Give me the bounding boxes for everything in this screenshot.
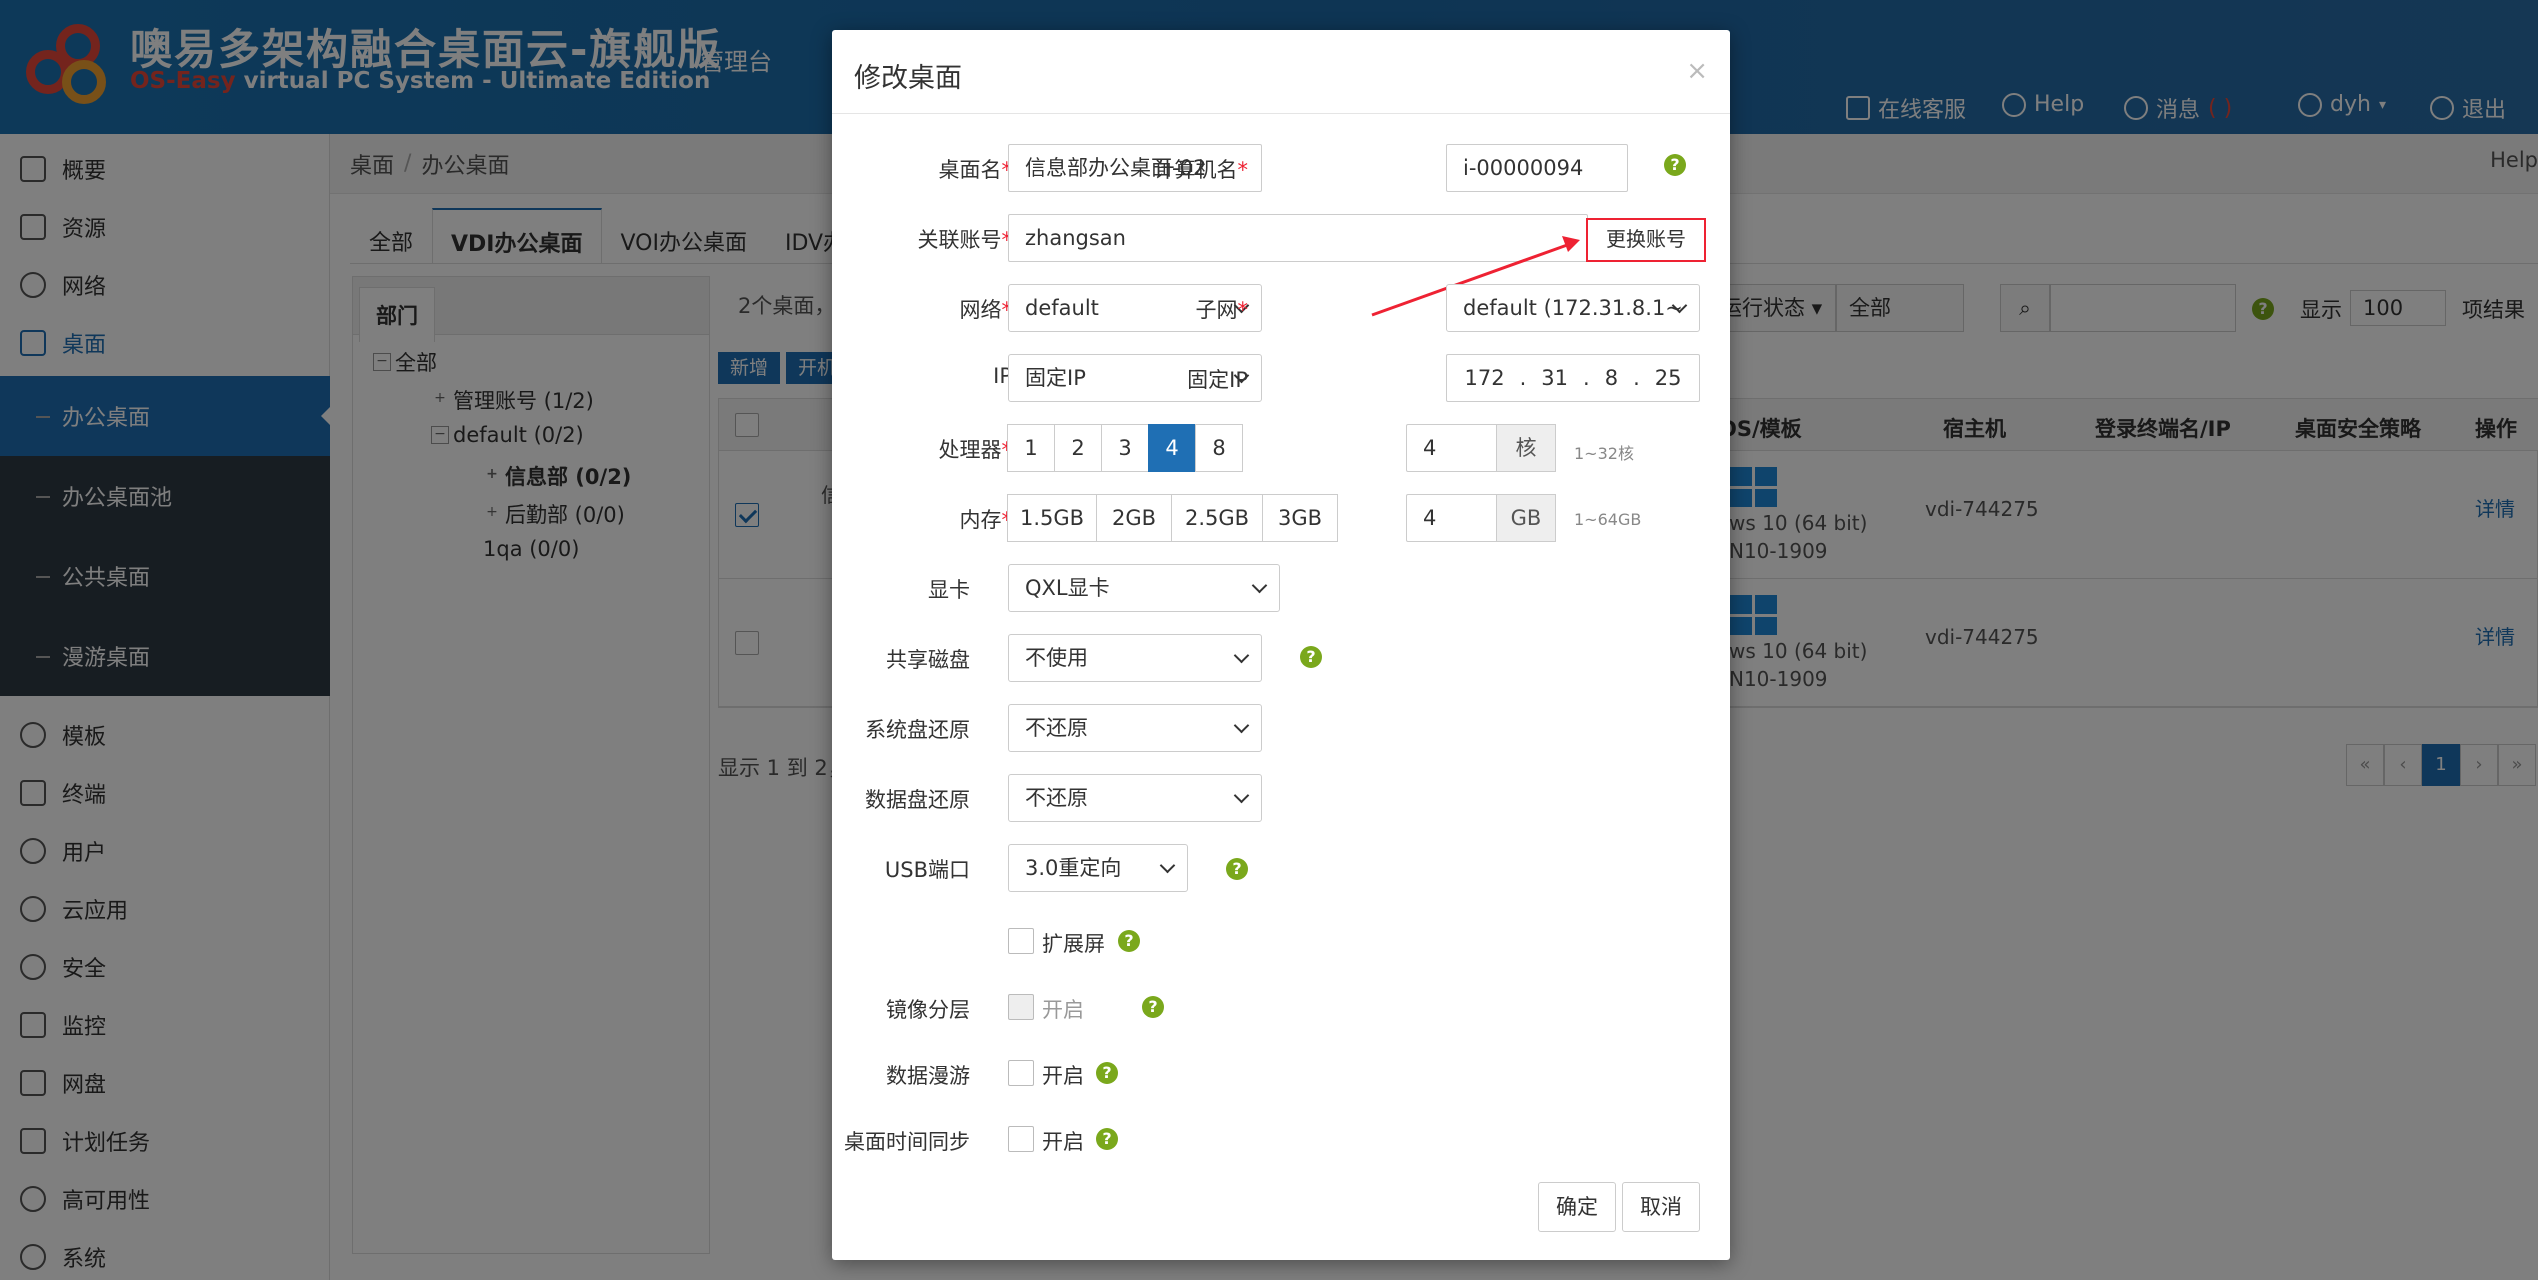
ip-octet[interactable]: 8 [1605,355,1618,401]
extend-screen-checkbox[interactable] [1008,928,1034,954]
memory-unit: GB [1496,494,1556,542]
ip-octet[interactable]: 31 [1541,355,1568,401]
help-icon[interactable]: ? [1300,646,1322,668]
data-disk-restore-select[interactable]: 不还原 [1008,774,1262,822]
memory-label: 内存* [832,504,1013,534]
data-roaming-text: 开启 [1042,1064,1084,1088]
help-icon[interactable]: ? [1118,930,1140,952]
subnet-label: 子网* [1092,294,1249,324]
memory-size-input[interactable]: 4 [1406,494,1498,542]
change-account-button[interactable]: 更换账号 [1586,218,1706,262]
cpu-count-input[interactable]: 4 [1406,424,1498,472]
memory-range-hint: 1~64GB [1574,510,1642,529]
help-icon[interactable]: ? [1226,858,1248,880]
image-layer-text: 开启 [1042,998,1084,1022]
cpu-range-hint: 1~32核 [1574,444,1634,463]
label-text: 桌面名 [938,158,1002,182]
memory-option-3gb[interactable]: 3GB [1262,494,1338,542]
memory-option-2gb[interactable]: 2GB [1096,494,1172,542]
cpu-option-1[interactable]: 1 [1007,424,1055,472]
data-roaming-checkbox[interactable] [1008,1060,1034,1086]
memory-option-1-5gb[interactable]: 1.5GB [1007,494,1097,542]
label-text: 关联账号 [917,228,1002,252]
gpu-label: 显卡 [928,578,970,602]
ip-octet[interactable]: 25 [1655,355,1682,401]
usb-port-label: USB端口 [884,858,970,882]
cpu-label: 处理器* [832,434,1013,464]
cpu-option-8[interactable]: 8 [1195,424,1243,472]
time-sync-label: 桌面时间同步 [844,1130,970,1154]
system-disk-restore-select[interactable]: 不还原 [1008,704,1262,752]
required-mark: * [1237,298,1249,322]
help-icon[interactable]: ? [1142,996,1164,1018]
network-label: 网络* [832,294,1013,324]
ip-label: IP [993,364,1012,388]
extend-screen-label: 扩展屏 [1042,932,1105,956]
edit-desktop-dialog: 修改桌面 × 桌面名* 信息部办公桌面-02 计算机名* i-00000094 … [832,30,1730,1260]
fixed-ip-input[interactable]: 172. 31. 8. 25 [1446,354,1700,402]
help-icon[interactable]: ? [1664,154,1686,176]
memory-preset-group: 1.5GB 2GB 2.5GB 3GB [1007,494,1338,542]
image-layer-checkbox [1008,994,1034,1020]
usb-port-select[interactable]: 3.0重定向 [1008,844,1188,892]
gpu-select[interactable]: QXL显卡 [1008,564,1280,612]
dialog-header: 修改桌面 × [832,30,1730,114]
label-text: 内存 [959,508,1002,532]
help-icon[interactable]: ? [1096,1128,1118,1150]
data-disk-restore-label: 数据盘还原 [865,788,970,812]
image-layer-label: 镜像分层 [886,998,970,1022]
ip-octet[interactable]: 172 [1465,355,1505,401]
shared-disk-label: 共享磁盘 [886,648,970,672]
cancel-button[interactable]: 取消 [1622,1182,1700,1232]
close-icon[interactable]: × [1686,56,1708,86]
time-sync-text: 开启 [1042,1130,1084,1154]
label-text: 网络 [959,298,1002,322]
desktop-name-label: 桌面名* [832,154,1013,184]
system-disk-restore-label: 系统盘还原 [865,718,970,742]
account-input[interactable]: zhangsan [1008,214,1588,262]
fixed-ip-label: 固定IP [1187,368,1248,392]
ip-dot: . [1633,366,1640,390]
required-mark: * [1237,158,1249,182]
change-account-label: 更换账号 [1606,227,1686,251]
account-label: 关联账号* [832,224,1013,254]
cpu-preset-group: 1 2 3 4 8 [1007,424,1243,472]
memory-option-2-5gb[interactable]: 2.5GB [1171,494,1263,542]
confirm-button[interactable]: 确定 [1538,1182,1616,1232]
shared-disk-select[interactable]: 不使用 [1008,634,1262,682]
label-text: 子网 [1195,298,1238,322]
dialog-title: 修改桌面 [854,63,962,94]
data-roaming-label: 数据漫游 [886,1064,970,1088]
cpu-option-2[interactable]: 2 [1054,424,1102,472]
time-sync-checkbox[interactable] [1008,1126,1034,1152]
cpu-option-3[interactable]: 3 [1101,424,1149,472]
help-icon[interactable]: ? [1096,1062,1118,1084]
computer-name-input[interactable]: i-00000094 [1446,144,1628,192]
ip-dot: . [1583,366,1590,390]
ip-dot: . [1519,366,1527,390]
label-text: 处理器 [938,438,1002,462]
computer-name-label: 计算机名* [1092,154,1249,184]
cpu-option-4[interactable]: 4 [1148,424,1196,472]
cpu-unit: 核 [1496,424,1556,472]
label-text: 计算机名 [1153,158,1238,182]
subnet-select[interactable]: default (172.31.8.1~ [1446,284,1700,332]
